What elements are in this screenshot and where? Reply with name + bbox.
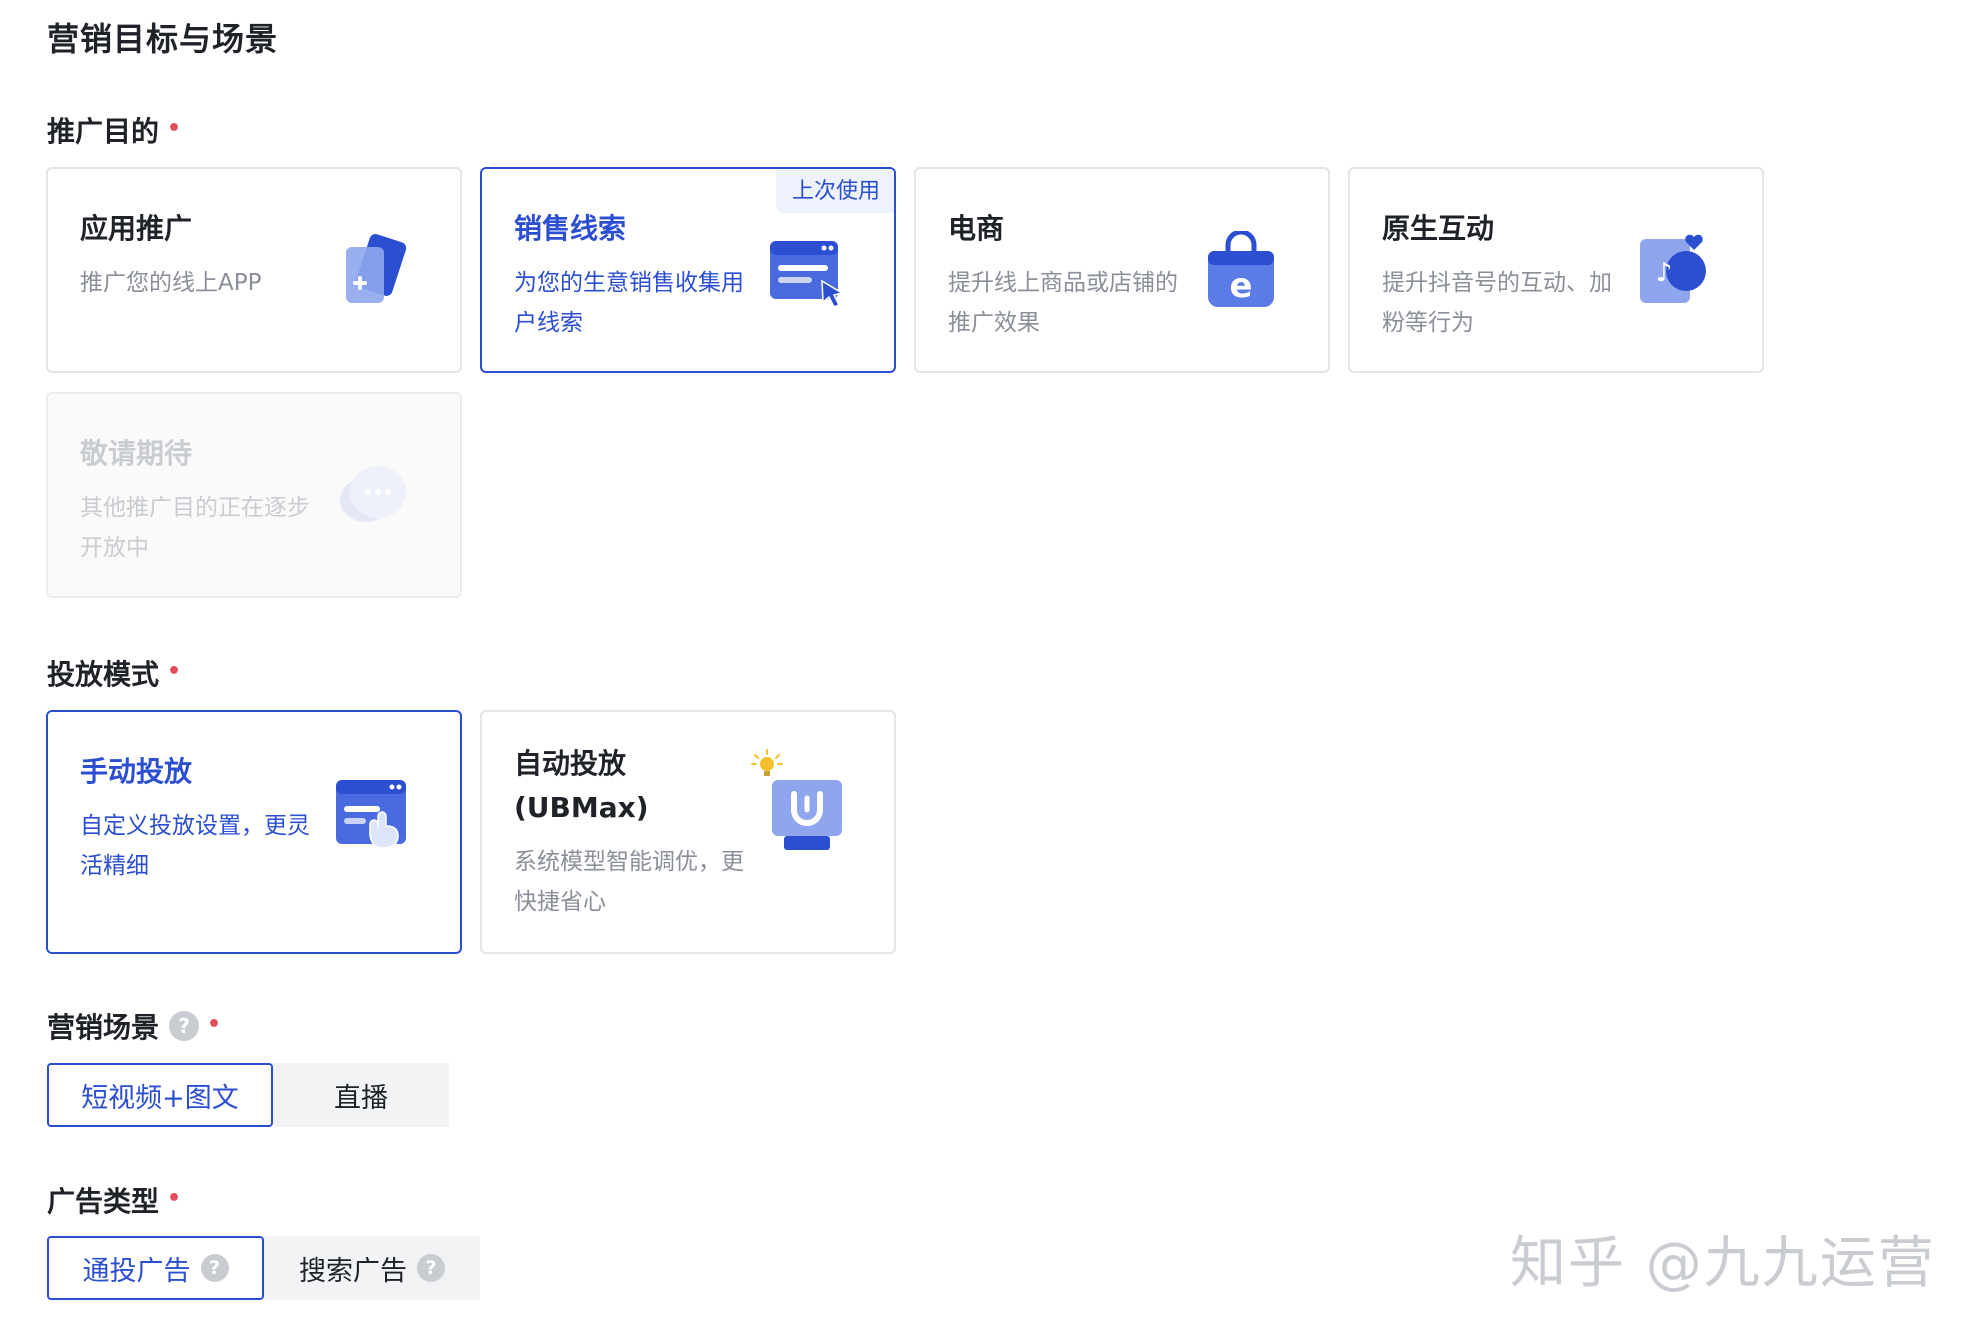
help-icon[interactable]: ? <box>417 1254 445 1282</box>
card-title: 手动投放 <box>80 755 193 788</box>
card-title: 敬请期待 <box>80 437 193 470</box>
card-desc: 推广您的线上APP <box>80 270 262 296</box>
option-label: 搜索广告 <box>299 1255 407 1287</box>
purpose-card-coming-soon: 敬请期待 其他推广目的正在逐步开放中 <box>46 392 462 598</box>
card-title: 电商 <box>948 212 1005 245</box>
scene-label: 营销场景 ? • <box>47 1006 221 1046</box>
required-mark: • <box>167 658 182 684</box>
help-icon[interactable]: ? <box>169 1011 200 1041</box>
auto-monitor-bulb-icon <box>772 780 842 850</box>
option-label: 直播 <box>334 1082 388 1114</box>
ad-type-label: 广告类型 • <box>47 1180 181 1220</box>
purpose-label-text: 推广目的 <box>47 115 160 148</box>
marketing-goal-page: 营销目标与场景 推广目的 • 应用推广 推广您的线上APP 上次使用 销售线索 … <box>0 0 1979 1333</box>
card-title: 应用推广 <box>80 212 193 245</box>
scene-segmented-control: 短视频+图文 直播 <box>47 1063 449 1127</box>
last-used-badge: 上次使用 <box>775 169 894 213</box>
scene-label-text: 营销场景 <box>47 1011 160 1044</box>
card-desc: 其他推广目的正在逐步开放中 <box>80 495 310 561</box>
watermark: 知乎 @九九运营 <box>1510 1231 1936 1296</box>
ad-type-option-general[interactable]: 通投广告 ? <box>47 1236 264 1300</box>
card-desc: 为您的生意销售收集用户线索 <box>514 270 744 336</box>
app-card-plus-icon <box>346 234 407 303</box>
mode-card-manual[interactable]: 手动投放 自定义投放设置，更灵活精细 <box>46 710 462 954</box>
scene-option-live[interactable]: 直播 <box>273 1063 449 1127</box>
svg-text:e: e <box>1229 266 1252 306</box>
required-mark: • <box>167 1185 182 1211</box>
purpose-card-sales-leads[interactable]: 上次使用 销售线索 为您的生意销售收集用户线索 <box>480 167 896 373</box>
card-desc: 提升抖音号的互动、加粉等行为 <box>1382 270 1612 336</box>
required-mark: • <box>167 115 182 141</box>
card-desc: 提升线上商品或店铺的推广效果 <box>948 270 1178 336</box>
card-title: 销售线索 <box>514 212 627 245</box>
help-icon[interactable]: ? <box>200 1254 229 1282</box>
card-title: 自动投放(UBMax) <box>514 747 649 824</box>
scene-option-short-video[interactable]: 短视频+图文 <box>47 1063 273 1127</box>
page-title: 营销目标与场景 <box>47 20 279 58</box>
ad-type-label-text: 广告类型 <box>47 1185 160 1218</box>
purpose-card-app[interactable]: 应用推广 推广您的线上APP <box>46 167 462 373</box>
douyin-heart-icon: ♪ <box>1640 234 1706 303</box>
ad-type-option-search[interactable]: 搜索广告 ? <box>264 1236 480 1300</box>
required-mark: • <box>207 1011 222 1037</box>
sales-form-cursor-icon <box>770 241 844 308</box>
purpose-card-native-interaction[interactable]: 原生互动 提升抖音号的互动、加粉等行为 ♪ <box>1348 167 1764 373</box>
svg-text:♪: ♪ <box>1656 258 1673 288</box>
card-title: 原生互动 <box>1382 212 1495 245</box>
mode-card-auto-ubmax[interactable]: 自动投放(UBMax) 系统模型智能调优，更快捷省心 <box>480 710 896 954</box>
option-label: 通投广告 <box>82 1255 191 1287</box>
chat-bubble-icon <box>340 466 406 522</box>
purpose-label: 推广目的 • <box>47 110 181 150</box>
card-desc: 自定义投放设置，更灵活精细 <box>80 813 310 879</box>
ad-type-segmented-control: 通投广告 ? 搜索广告 ? <box>47 1236 480 1300</box>
mode-label-text: 投放模式 <box>47 658 160 691</box>
mode-label: 投放模式 • <box>47 653 181 693</box>
card-desc: 系统模型智能调优，更快捷省心 <box>514 849 744 915</box>
purpose-card-ecommerce[interactable]: 电商 提升线上商品或店铺的推广效果 e <box>914 167 1330 373</box>
manual-window-hand-icon <box>336 780 406 849</box>
shopping-bag-e-icon: e <box>1208 231 1274 307</box>
option-label: 短视频+图文 <box>81 1082 239 1114</box>
